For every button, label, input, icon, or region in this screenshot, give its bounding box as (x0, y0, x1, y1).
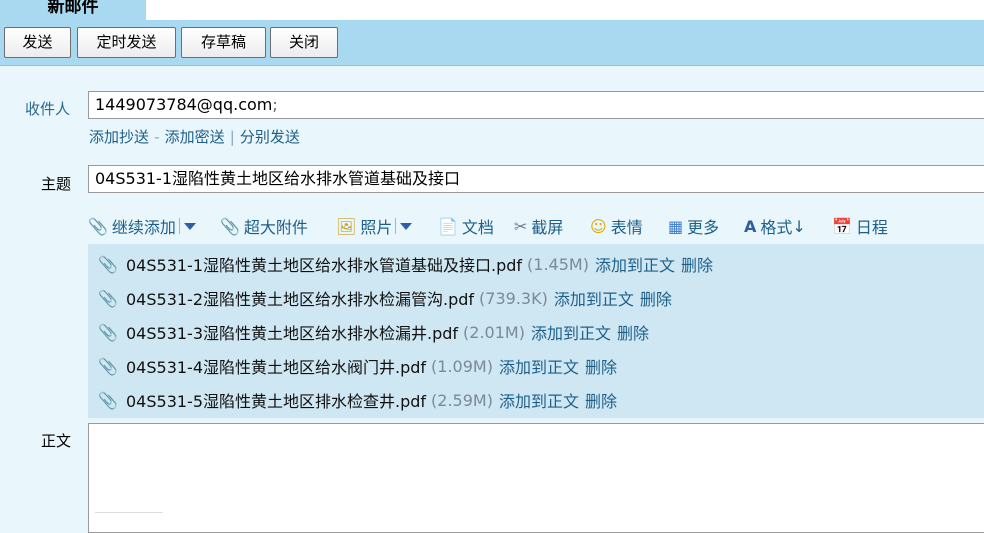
body-label: 正文 (41, 432, 72, 450)
document-icon: 📄 (438, 216, 458, 236)
recipient-value: 1449073784@qq.com (95, 95, 273, 114)
schedule-button[interactable]: 📅 日程 (832, 214, 888, 238)
subject-input[interactable]: 04S531-1湿陷性黄土地区给水排水管道基础及接口 (88, 165, 984, 193)
tab-strip: 新邮件 (0, 0, 984, 20)
format-arrow: ↓ (792, 216, 806, 236)
recipient-label: 收件人 (25, 100, 71, 118)
schedule-label: 日程 (855, 218, 888, 237)
format-label: 格式 (760, 218, 793, 237)
attachment-row: 📎 04S531-1湿陷性黄土地区给水排水管道基础及接口.pdf (1.45M)… (88, 247, 984, 281)
chevron-down-icon[interactable] (183, 222, 196, 230)
add-bcc-link[interactable]: 添加密送 (165, 128, 225, 146)
close-button[interactable]: 关闭 (270, 27, 338, 58)
calendar-icon: 📅 (832, 216, 852, 236)
delete-attachment-link[interactable]: 删除 (640, 286, 672, 310)
scissors-icon: ✂ (514, 216, 528, 236)
separate-send-link[interactable]: 分别发送 (240, 128, 300, 146)
save-draft-button[interactable]: 存草稿 (181, 27, 266, 58)
delete-attachment-link[interactable]: 删除 (585, 388, 617, 412)
paperclip-icon: 📎 (98, 356, 118, 376)
photo-label: 照片 (360, 218, 393, 237)
big-attachment-button[interactable]: 📎 超大附件 (220, 214, 308, 238)
format-button[interactable]: A 格式 ↓ (744, 214, 806, 238)
recipient-input[interactable]: 1449073784@qq.com; (88, 91, 984, 119)
emoji-label: 表情 (610, 218, 643, 237)
attachment-name: 04S531-4湿陷性黄土地区给水阀门井.pdf (126, 358, 427, 377)
send-button[interactable]: 发送 (4, 27, 71, 58)
screenshot-button[interactable]: ✂ 截屏 (514, 214, 563, 238)
add-cc-link[interactable]: 添加抄送 (89, 128, 149, 146)
paperclip-icon: 📎 (98, 288, 118, 308)
chevron-down-icon[interactable] (400, 222, 413, 230)
emoji-button[interactable]: ☺ 表情 (590, 214, 643, 238)
add-to-body-link[interactable]: 添加到正文 (499, 388, 579, 412)
add-to-body-link[interactable]: 添加到正文 (595, 252, 675, 276)
big-paperclip-icon: 📎 (220, 216, 240, 236)
photo-icon: 🖼 (336, 216, 357, 236)
attachment-row: 📎 04S531-4湿陷性黄土地区给水阀门井.pdf (1.09M) 添加到正文… (88, 349, 984, 383)
scheduled-send-button[interactable]: 定时发送 (77, 27, 176, 58)
big-attachment-label: 超大附件 (243, 218, 308, 237)
paperclip-icon: 📎 (88, 216, 108, 236)
more-button[interactable]: ▦ 更多 (668, 214, 719, 238)
attachment-name: 04S531-3湿陷性黄土地区给水排水检漏井.pdf (126, 324, 459, 343)
tab-new-mail[interactable]: 新邮件 (0, 0, 146, 20)
paperclip-icon: 📎 (98, 322, 118, 342)
editor-divider (95, 512, 163, 513)
continue-add-label: 继续添加 (111, 218, 176, 237)
document-button[interactable]: 📄 文档 (438, 214, 494, 238)
attachment-list: 📎 04S531-1湿陷性黄土地区给水排水管道基础及接口.pdf (1.45M)… (88, 244, 984, 418)
document-label: 文档 (461, 218, 494, 237)
continue-add-button[interactable]: 📎 继续添加 (88, 214, 196, 238)
recipient-suffix: ; (272, 95, 278, 114)
links-pipe: | (229, 128, 235, 146)
links-dash: - (154, 128, 160, 146)
divider (178, 218, 180, 234)
more-label: 更多 (687, 218, 720, 237)
delete-attachment-link[interactable]: 删除 (585, 354, 617, 378)
attachment-row: 📎 04S531-3湿陷性黄土地区给水排水检漏井.pdf (2.01M) 添加到… (88, 315, 984, 349)
add-to-body-link[interactable]: 添加到正文 (499, 354, 579, 378)
attachment-size: (2.01M) (463, 322, 525, 342)
grid-icon: ▦ (668, 216, 684, 236)
body-editor[interactable] (88, 423, 984, 533)
divider (395, 218, 397, 234)
attachment-toolbar: 📎 继续添加 📎 超大附件 🖼 照片 📄 文档 ✂ 截屏 ☺ 表情 ▦ 更多 A… (88, 214, 984, 238)
attachment-size: (2.59M) (431, 390, 493, 410)
paperclip-icon: 📎 (98, 254, 118, 274)
compose-toolbar: 发送 定时发送 存草稿 关闭 (0, 20, 984, 66)
attachment-row: 📎 04S531-2湿陷性黄土地区给水排水检漏管沟.pdf (739.3K) 添… (88, 281, 984, 315)
attachment-size: (739.3K) (479, 288, 548, 308)
attachment-size: (1.45M) (527, 254, 589, 274)
delete-attachment-link[interactable]: 删除 (681, 252, 713, 276)
attachment-name: 04S531-5湿陷性黄土地区排水检查井.pdf (126, 392, 427, 411)
attachment-size: (1.09M) (431, 356, 493, 376)
add-to-body-link[interactable]: 添加到正文 (554, 286, 634, 310)
add-to-body-link[interactable]: 添加到正文 (531, 320, 611, 344)
screenshot-label: 截屏 (531, 218, 564, 237)
delete-attachment-link[interactable]: 删除 (617, 320, 649, 344)
font-format-icon: A (744, 216, 757, 236)
attachment-name: 04S531-2湿陷性黄土地区给水排水检漏管沟.pdf (126, 290, 475, 309)
photo-button[interactable]: 🖼 照片 (336, 214, 413, 238)
attachment-name: 04S531-1湿陷性黄土地区给水排水管道基础及接口.pdf (126, 256, 523, 275)
smiley-icon: ☺ (590, 216, 607, 236)
subject-label: 主题 (41, 175, 72, 193)
recipient-links: 添加抄送 - 添加密送 | 分别发送 (89, 126, 300, 148)
paperclip-icon: 📎 (98, 390, 118, 410)
attachment-row: 📎 04S531-5湿陷性黄土地区排水检查井.pdf (2.59M) 添加到正文… (88, 383, 984, 417)
